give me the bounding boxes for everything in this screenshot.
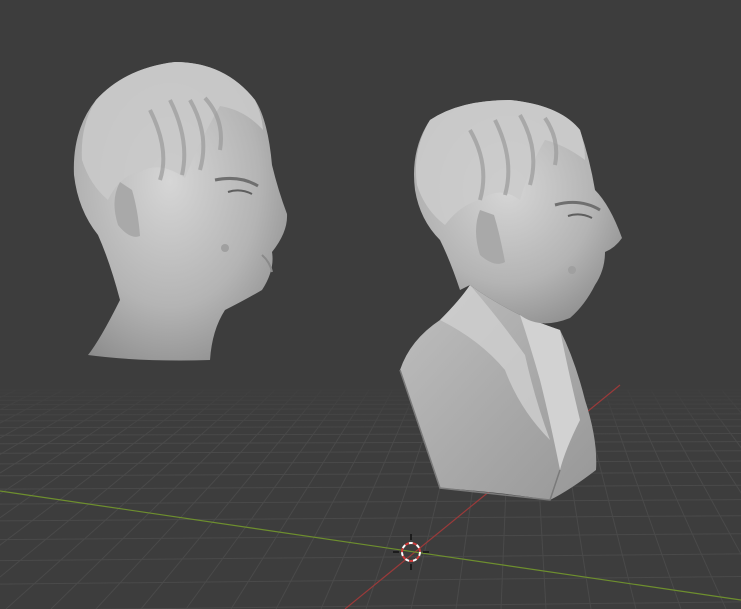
grid-line xyxy=(84,601,741,609)
head-sculpt[interactable] xyxy=(73,62,288,361)
y-axis-line xyxy=(0,490,741,601)
3d-viewport[interactable] xyxy=(0,0,741,609)
grid-line xyxy=(0,515,741,522)
bust-sculpt[interactable] xyxy=(399,100,622,501)
grid-line xyxy=(0,499,741,505)
grid-line xyxy=(0,471,741,477)
grid-line xyxy=(0,533,741,541)
grid-line xyxy=(0,441,741,445)
grid-line xyxy=(0,553,741,562)
grid-line xyxy=(0,450,741,454)
grid-horizon-fade xyxy=(0,380,741,440)
viewport-canvas xyxy=(0,62,741,609)
